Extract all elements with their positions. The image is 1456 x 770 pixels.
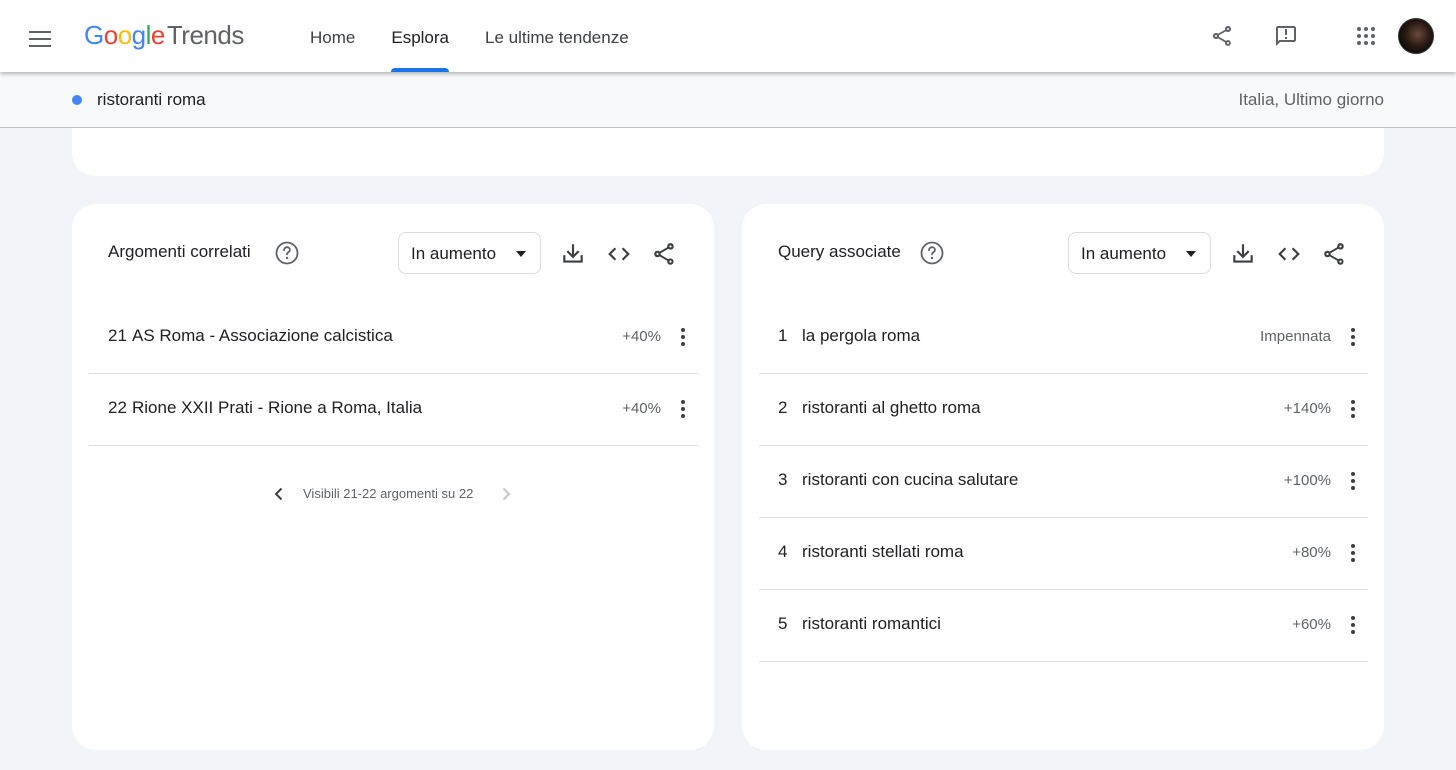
help-icon[interactable]	[274, 240, 300, 266]
more-options-icon[interactable]	[1344, 612, 1362, 640]
item-value: Impennata	[1260, 328, 1331, 345]
query-color-dot	[72, 95, 82, 105]
main-nav: Home Esplora Le ultime tendenze	[292, 0, 647, 72]
item-value: +100%	[1283, 472, 1331, 489]
item-rank: 5	[778, 614, 788, 633]
query-term[interactable]: ristoranti roma	[97, 90, 206, 110]
list-item[interactable]: 2 ristoranti al ghetto roma +140%	[759, 374, 1368, 446]
avatar[interactable]	[1398, 18, 1434, 54]
item-text[interactable]: ristoranti stellati roma	[802, 542, 964, 562]
item-rank: 2	[778, 398, 788, 417]
menu-icon[interactable]	[24, 22, 56, 54]
help-icon[interactable]	[919, 240, 945, 266]
share-icon[interactable]	[1200, 14, 1244, 58]
item-rank: 4	[778, 542, 788, 561]
chevron-right-icon[interactable]	[496, 484, 516, 504]
item-text[interactable]: AS Roma - Associazione calcistica	[132, 326, 393, 346]
related-queries-list: 1 la pergola roma Impennata 2 ristoranti…	[759, 302, 1368, 662]
item-value: +140%	[1283, 400, 1331, 417]
item-text[interactable]: ristoranti romantici	[802, 614, 941, 634]
pagination-text: Visibili 21-22 argomenti su 22	[303, 486, 474, 501]
embed-code-icon[interactable]	[1276, 241, 1302, 267]
query-bar: ristoranti roma Italia, Ultimo giorno	[0, 72, 1456, 128]
list-item[interactable]: 21 AS Roma - Associazione calcistica +40…	[89, 302, 698, 374]
share-icon[interactable]	[651, 241, 677, 267]
pagination: Visibili 21-22 argomenti su 22	[72, 484, 714, 504]
nav-tab-esplora[interactable]: Esplora	[373, 0, 467, 72]
more-options-icon[interactable]	[1344, 396, 1362, 424]
top-app-bar: GoogleTrends Home Esplora Le ultime tend…	[0, 0, 1456, 72]
list-item[interactable]: 1 la pergola roma Impennata	[759, 302, 1368, 374]
more-options-icon[interactable]	[674, 324, 692, 352]
query-geo-time: Italia, Ultimo giorno	[1238, 90, 1384, 109]
related-topics-list: 21 AS Roma - Associazione calcistica +40…	[89, 302, 698, 446]
download-icon[interactable]	[560, 241, 586, 267]
panel-title: Query associate	[778, 242, 901, 261]
item-value: +80%	[1292, 544, 1331, 561]
more-options-icon[interactable]	[1344, 468, 1362, 496]
chevron-left-icon[interactable]	[269, 484, 289, 504]
google-trends-logo[interactable]: GoogleTrends	[84, 20, 244, 51]
item-text[interactable]: Rione XXII Prati - Rione a Roma, Italia	[132, 398, 422, 418]
more-options-icon[interactable]	[674, 396, 692, 424]
share-icon[interactable]	[1321, 241, 1347, 267]
item-rank: 22	[108, 398, 127, 417]
panel-title: Argomenti correlati	[108, 242, 251, 261]
top-actions	[1200, 14, 1434, 58]
item-text[interactable]: ristoranti con cucina salutare	[802, 470, 1018, 490]
filter-dropdown[interactable]: In aumento	[1068, 232, 1211, 274]
nav-tab-le-ultime-tendenze[interactable]: Le ultime tendenze	[467, 0, 647, 72]
item-value: +40%	[622, 400, 661, 417]
item-value: +40%	[622, 328, 661, 345]
item-rank: 3	[778, 470, 788, 489]
more-options-icon[interactable]	[1344, 540, 1362, 568]
apps-icon[interactable]	[1344, 14, 1388, 58]
item-rank: 21	[108, 326, 127, 345]
item-text[interactable]: la pergola roma	[802, 326, 920, 346]
item-text[interactable]: ristoranti al ghetto roma	[802, 398, 981, 418]
feedback-icon[interactable]	[1264, 14, 1308, 58]
list-item[interactable]: 3 ristoranti con cucina salutare +100%	[759, 446, 1368, 518]
nav-tab-home[interactable]: Home	[292, 0, 373, 72]
caret-down-icon	[516, 251, 526, 257]
list-item[interactable]: 5 ristoranti romantici +60%	[759, 590, 1368, 662]
related-topics-panel: Argomenti correlati In aumento 21 AS Rom…	[72, 204, 714, 750]
related-queries-panel: Query associate In aumento 1 la pergola …	[742, 204, 1384, 750]
list-item[interactable]: 22 Rione XXII Prati - Rione a Roma, Ital…	[89, 374, 698, 446]
more-options-icon[interactable]	[1344, 324, 1362, 352]
caret-down-icon	[1186, 251, 1196, 257]
list-item[interactable]: 4 ristoranti stellati roma +80%	[759, 518, 1368, 590]
download-icon[interactable]	[1230, 241, 1256, 267]
item-value: +60%	[1292, 616, 1331, 633]
filter-dropdown[interactable]: In aumento	[398, 232, 541, 274]
item-rank: 1	[778, 326, 788, 345]
embed-code-icon[interactable]	[606, 241, 632, 267]
